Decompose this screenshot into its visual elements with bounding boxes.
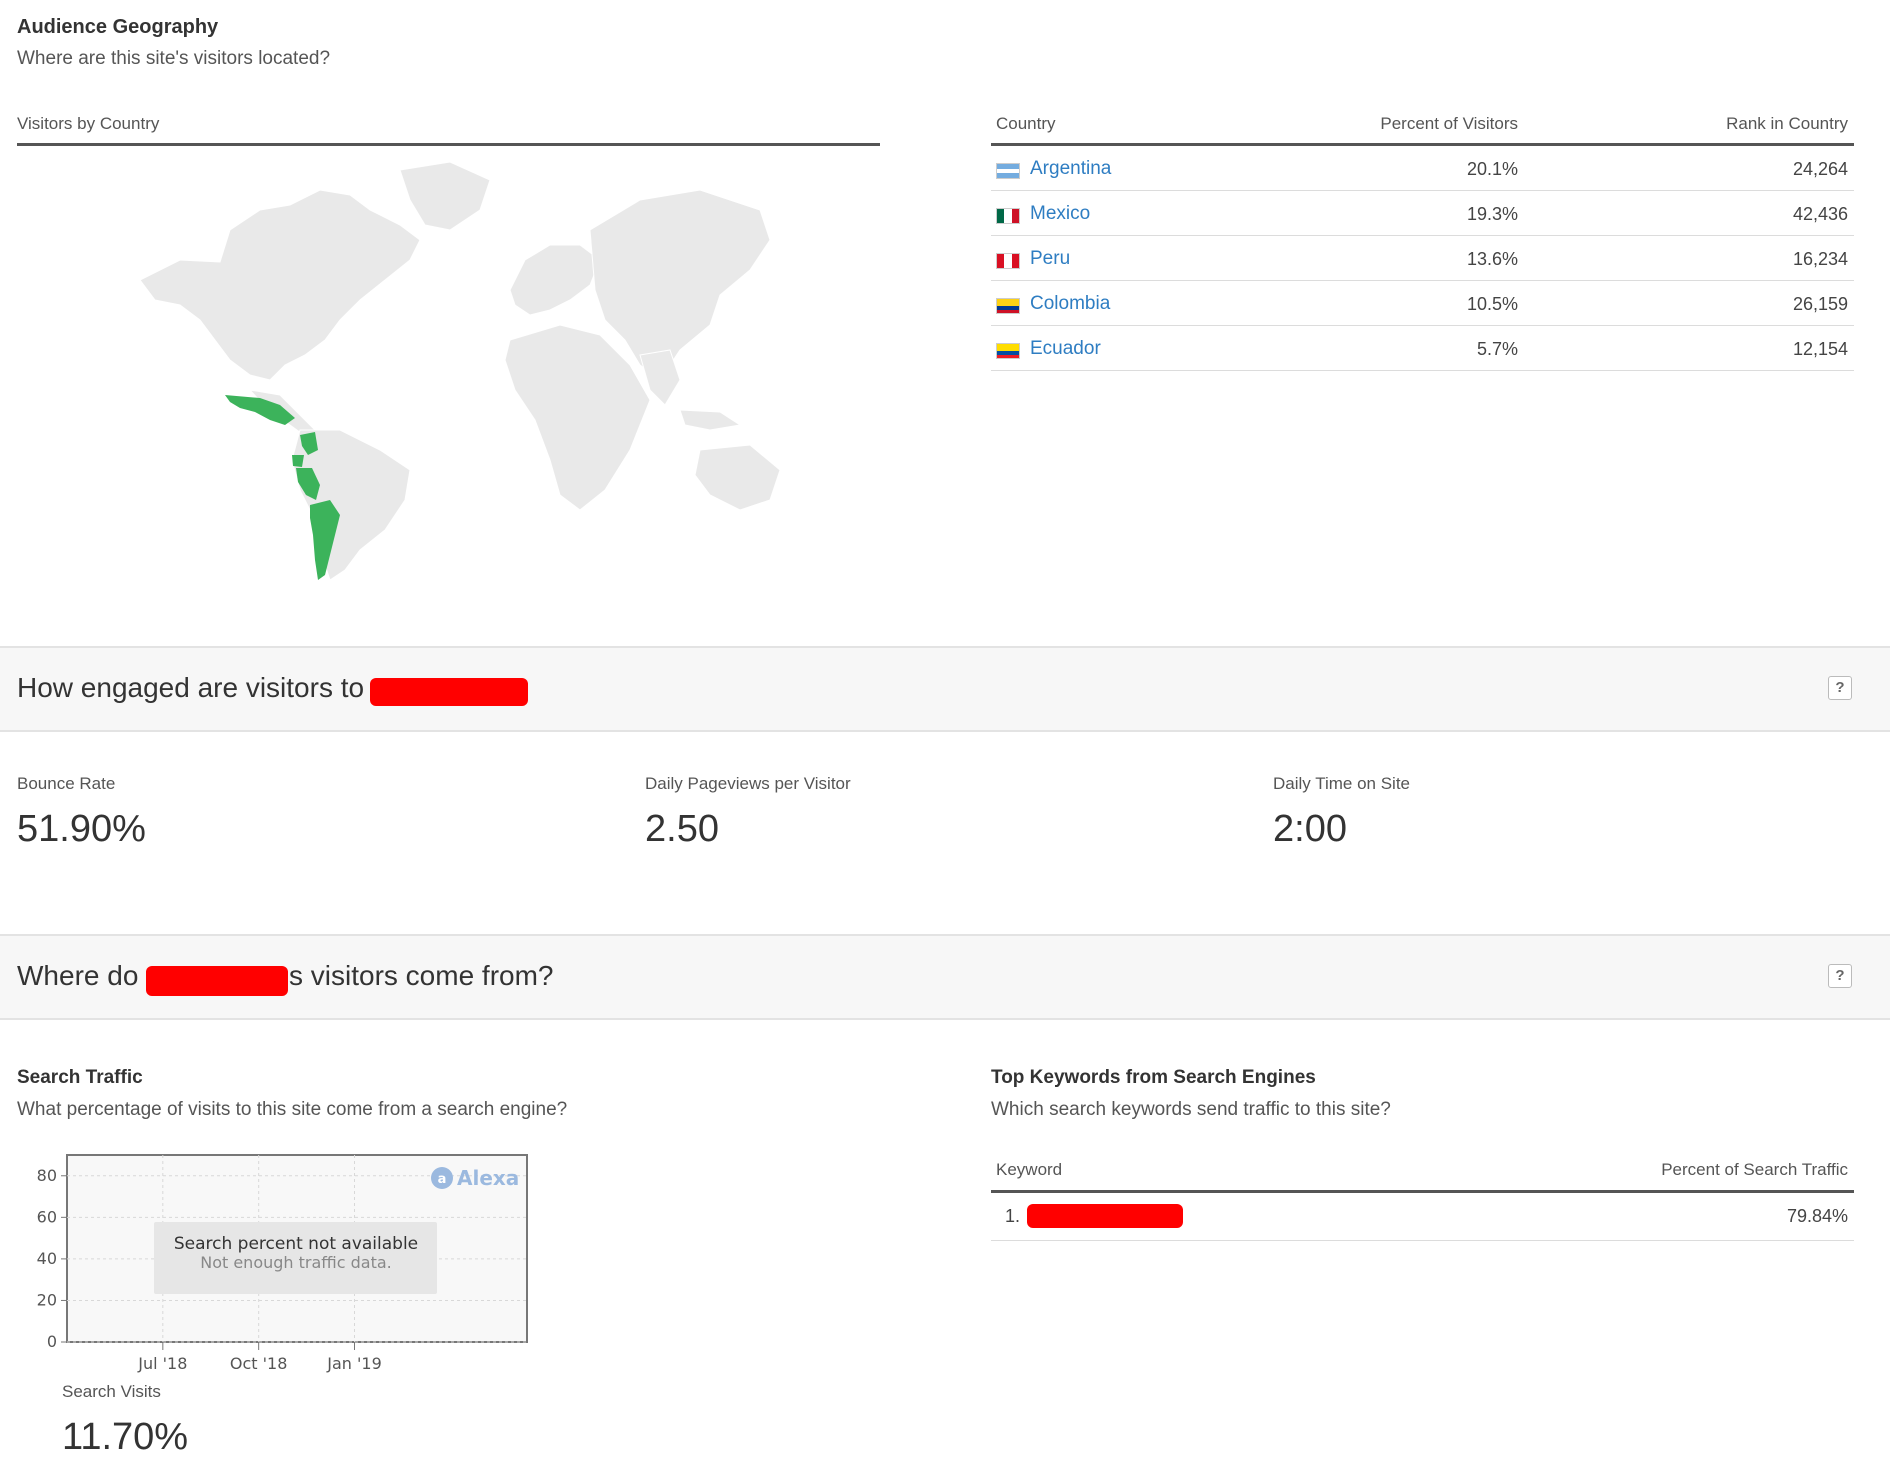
table-row: Ecuador 5.7% 12,154	[991, 326, 1854, 371]
rank-cell: 16,234	[1792, 249, 1848, 269]
alexa-brand: Alexa	[457, 1166, 519, 1190]
help-button[interactable]: ?	[1828, 964, 1852, 988]
world-map	[139, 161, 780, 581]
pageviews-value: 2.50	[645, 808, 719, 850]
x-tick-label: Jan '19	[326, 1354, 382, 1373]
rank-cell: 26,159	[1792, 294, 1848, 314]
rank-cell: 24,264	[1792, 159, 1848, 179]
redaction-mark	[146, 966, 288, 996]
search-visits-label: Search Visits	[62, 1382, 161, 1401]
geography-title: Audience Geography	[17, 16, 219, 38]
search-visits-value: 11.70%	[62, 1416, 189, 1458]
country-link[interactable]: Peru	[1030, 248, 1070, 270]
y-tick-label: 40	[37, 1249, 57, 1268]
percent-cell: 10.5%	[1466, 294, 1518, 314]
col-keyword: Keyword	[996, 1160, 1063, 1179]
keywords-title: Top Keywords from Search Engines	[991, 1067, 1316, 1088]
mexico-flag-icon	[996, 208, 1020, 224]
chart-message-sub: Not enough traffic data.	[200, 1253, 392, 1272]
percent-cell: 5.7%	[1476, 339, 1518, 359]
col-country: Country	[996, 114, 1056, 133]
map-indonesia	[679, 409, 742, 431]
geography-subtitle: Where are this site's visitors located?	[17, 48, 331, 69]
table-row: 1. 79.84%	[991, 1193, 1854, 1241]
pageviews-label: Daily Pageviews per Visitor	[645, 774, 851, 793]
argentina-flag-icon	[996, 163, 1020, 179]
engagement-header: How engaged are visitors to ?	[0, 646, 1890, 732]
engagement-title: How engaged are visitors to	[17, 672, 365, 703]
redaction-mark	[370, 678, 528, 706]
chart-message-title: Search percent not available	[174, 1234, 418, 1254]
map-australia	[694, 444, 780, 511]
x-tick-label: Oct '18	[230, 1354, 288, 1373]
keyword-percent: 79.84%	[1786, 1206, 1848, 1226]
svg-text:a: a	[438, 1172, 447, 1187]
country-link[interactable]: Ecuador	[1030, 338, 1101, 360]
col-search-percent: Percent of Search Traffic	[1661, 1160, 1848, 1179]
colombia-flag-icon	[996, 298, 1020, 314]
table-row: Peru 13.6% 16,234	[991, 236, 1854, 281]
rank-cell: 42,436	[1792, 204, 1848, 224]
map-europe	[509, 244, 601, 316]
bounce-rate-value: 51.90%	[17, 808, 146, 850]
time-on-site-value: 2:00	[1273, 808, 1347, 850]
bounce-rate-label: Bounce Rate	[17, 774, 116, 793]
col-percent: Percent of Visitors	[1380, 114, 1518, 133]
map-north-america	[139, 189, 421, 381]
row-divider	[991, 370, 1854, 371]
map-underline	[17, 143, 880, 146]
sources-title-end: s visitors come from?	[289, 960, 554, 991]
keyword-index: 1.	[1005, 1206, 1021, 1226]
peru-flag-icon	[996, 253, 1020, 269]
table-row: Colombia 10.5% 26,159	[991, 281, 1854, 326]
y-tick-label: 80	[37, 1166, 57, 1185]
table-row: Argentina 20.1% 24,264	[991, 146, 1854, 191]
help-button[interactable]: ?	[1828, 676, 1852, 700]
time-on-site-label: Daily Time on Site	[1273, 774, 1410, 793]
map-greenland	[399, 161, 491, 231]
percent-cell: 19.3%	[1466, 204, 1518, 224]
y-tick-label: 20	[37, 1290, 57, 1309]
rank-cell: 12,154	[1792, 339, 1848, 359]
search-traffic-chart: 0 20 40 60 80 Jul '18 Oct '18 Jan '19 Search pe…	[37, 1154, 528, 1373]
country-link[interactable]: Mexico	[1030, 203, 1090, 225]
map-africa	[504, 324, 651, 511]
col-rank: Rank in Country	[1726, 114, 1848, 133]
country-link[interactable]: Argentina	[1030, 158, 1111, 180]
y-tick-label: 0	[47, 1332, 57, 1351]
y-tick-label: 60	[37, 1207, 57, 1226]
search-traffic-title: Search Traffic	[17, 1067, 143, 1088]
ecuador-flag-icon	[996, 343, 1020, 359]
sources-header: Where do s visitors come from? ?	[0, 934, 1890, 1020]
percent-cell: 20.1%	[1466, 159, 1518, 179]
row-divider	[991, 1240, 1854, 1241]
map-label: Visitors by Country	[17, 114, 160, 133]
percent-cell: 13.6%	[1466, 249, 1518, 269]
keywords-subtitle: Which search keywords send traffic to th…	[991, 1099, 1391, 1120]
map-ecuador	[292, 455, 304, 467]
country-link[interactable]: Colombia	[1030, 293, 1110, 315]
search-traffic-subtitle: What percentage of visits to this site c…	[17, 1099, 568, 1120]
redaction-mark	[1027, 1204, 1183, 1228]
sources-title-start: Where do	[17, 960, 139, 991]
table-row: Mexico 19.3% 42,436	[991, 191, 1854, 236]
x-tick-label: Jul '18	[137, 1354, 187, 1373]
